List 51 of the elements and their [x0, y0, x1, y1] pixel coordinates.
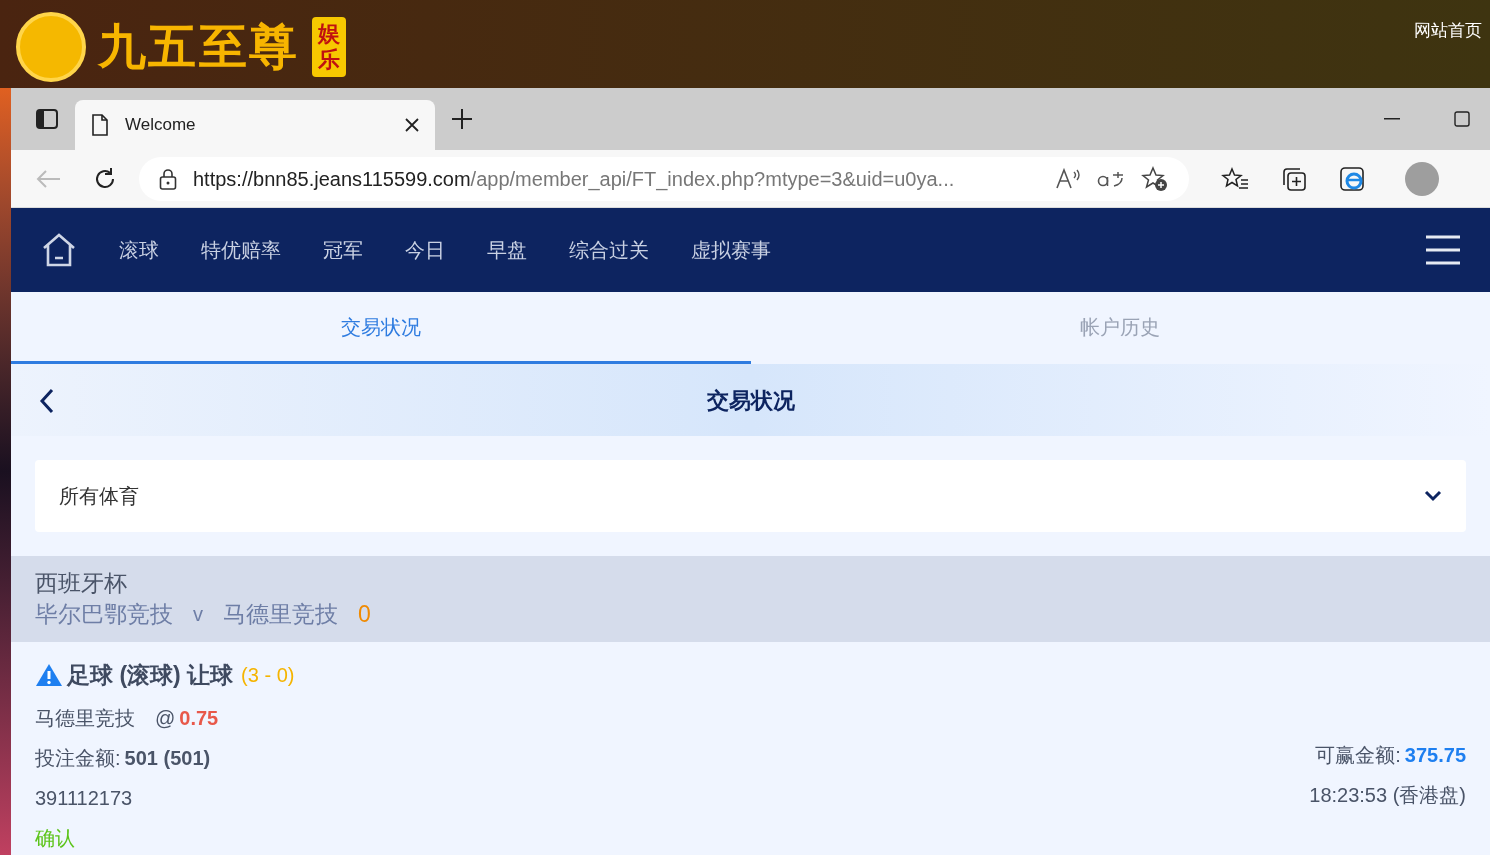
team-name: 马德里竞技: [223, 600, 338, 629]
bet-type: 足球 (滚球) 让球: [67, 661, 234, 690]
bet-selection: 马德里竞技: [35, 705, 135, 731]
maximize-icon[interactable]: [1454, 111, 1470, 127]
nav-link[interactable]: 虚拟赛事: [691, 235, 771, 265]
bet-time: 18:23:53 (香港盘): [1309, 783, 1466, 808]
league-name: 西班牙杯: [35, 569, 128, 598]
team-name: 毕尔巴鄂竞技: [35, 600, 173, 629]
nav-link[interactable]: 今日: [405, 235, 445, 265]
ie-mode-icon[interactable]: [1339, 165, 1365, 192]
home-icon[interactable]: [41, 233, 77, 267]
bet-score: (3 - 0): [241, 663, 295, 689]
versus-text: v: [193, 602, 203, 627]
bet-status: 确认: [35, 825, 76, 851]
chevron-down-icon: [1424, 490, 1442, 502]
home-link[interactable]: 网站首页: [1414, 18, 1482, 44]
odds-value: 0.75: [179, 705, 219, 731]
lock-icon[interactable]: [159, 167, 177, 190]
win-amount: 375.75: [1404, 743, 1466, 768]
nav-link[interactable]: 早盘: [487, 235, 527, 265]
at-sign: @: [155, 705, 176, 731]
nav-link[interactable]: 滚球: [119, 235, 159, 265]
minimize-icon[interactable]: [1384, 118, 1400, 120]
match-score: 0: [358, 600, 371, 629]
close-icon[interactable]: [405, 118, 419, 132]
reload-icon[interactable]: [93, 166, 117, 191]
address-bar[interactable]: https://bnn85.jeans115599.com/app/member_api/FT_index.php?mtype=3&uid=u0ya...: [139, 156, 1189, 201]
collections-icon[interactable]: [1281, 165, 1307, 192]
tab-title: Welcome: [125, 114, 197, 137]
logo-badge: 娱乐: [311, 17, 346, 77]
tab-actions-icon[interactable]: [36, 109, 58, 129]
nav-link[interactable]: 冠军: [323, 235, 363, 265]
ticket-number: 391112173: [35, 785, 134, 811]
page-icon: [91, 114, 109, 136]
read-aloud-icon[interactable]: [1055, 167, 1081, 190]
stake-amount: 501 (501): [124, 745, 211, 771]
url-text: https://bnn85.jeans115599.com/app/member_api/FT_index.php?mtype=3&uid=u0ya...: [193, 166, 956, 193]
favorite-add-icon[interactable]: [1141, 165, 1169, 192]
stake-label: 投注金额:: [35, 745, 121, 771]
win-label: 可赢金额:: [1315, 743, 1401, 768]
logo-text: 九五至尊: [98, 23, 300, 71]
page-title: 交易状况: [706, 386, 795, 415]
nav-link[interactable]: 特优赔率: [201, 235, 281, 265]
nav-link[interactable]: 综合过关: [569, 235, 649, 265]
menu-icon[interactable]: [1426, 235, 1460, 265]
browser-tab[interactable]: Welcome: [75, 100, 435, 150]
new-tab-icon[interactable]: [451, 108, 473, 130]
favorites-icon[interactable]: [1221, 166, 1249, 191]
warning-icon: [35, 663, 63, 688]
sport-dropdown[interactable]: 所有体育: [35, 460, 1466, 532]
back-chevron-icon[interactable]: [39, 388, 55, 414]
